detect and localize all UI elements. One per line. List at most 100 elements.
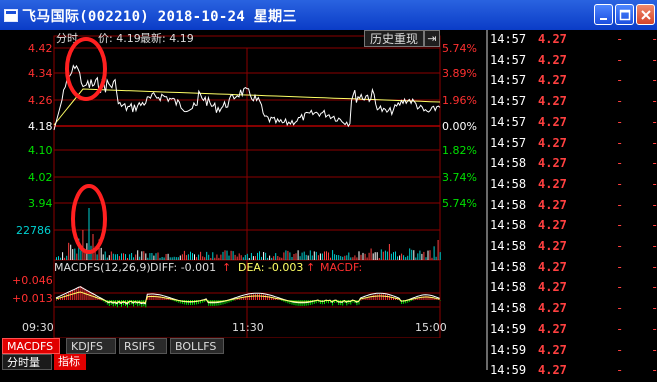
- volume-bar: [407, 256, 408, 260]
- volume-bar: [383, 252, 384, 260]
- volume-bar: [283, 252, 284, 260]
- tick-dash: -: [651, 136, 657, 150]
- volume-bar: [156, 253, 157, 260]
- history-arrow-button[interactable]: ⇥: [424, 30, 440, 47]
- tick-dash: -: [616, 301, 623, 315]
- tick-price: 4.27: [538, 301, 567, 315]
- volume-bar: [194, 254, 195, 260]
- volume-bar: [363, 253, 364, 260]
- price-label: 4.26: [28, 94, 53, 107]
- tab-volume[interactable]: 分时量: [2, 354, 52, 370]
- dea-label: DEA: -0.003: [238, 261, 303, 274]
- volume-bar: [294, 254, 295, 260]
- volume-bar: [395, 252, 396, 261]
- volume-bar: [168, 254, 169, 260]
- macd-axis-label: +0.013: [12, 292, 53, 305]
- tick-row: 14:584.27--: [488, 258, 657, 279]
- macd-bar: [78, 287, 79, 300]
- volume-bar: [200, 252, 201, 260]
- volume-bar: [249, 258, 250, 260]
- pct-label: 1.96%: [442, 94, 477, 107]
- tick-price: 4.27: [538, 239, 567, 253]
- volume-bar: [377, 252, 378, 260]
- volume-bar: [265, 253, 266, 260]
- tick-row: 14:574.27--: [488, 92, 657, 113]
- volume-bar: [263, 252, 264, 260]
- volume-bar: [409, 248, 410, 260]
- chart-header-latest: 最新: 4.19: [140, 31, 194, 45]
- tick-time: 14:57: [490, 32, 526, 46]
- tick-dash: -: [616, 32, 623, 46]
- minimize-icon: [595, 5, 614, 26]
- volume-bar: [261, 257, 262, 260]
- macd-bar: [190, 300, 191, 305]
- tick-list[interactable]: 14:574.27--14:574.27--14:574.27--14:574.…: [486, 30, 657, 370]
- volume-bar: [387, 252, 388, 260]
- diff-arrow-icon: ↑: [222, 261, 231, 274]
- intraday-chart[interactable]: 4.42 4.34 4.26 4.18 4.10 4.02 3.94 22786…: [0, 30, 486, 356]
- macd-bar: [184, 300, 185, 304]
- volume-bar: [320, 254, 321, 261]
- volume-max-label: 22786: [16, 224, 51, 237]
- tick-dash: -: [651, 73, 657, 87]
- tick-dash: -: [651, 218, 657, 232]
- macd-bar: [265, 295, 266, 300]
- tick-row: 14:584.27--: [488, 299, 657, 320]
- volume-bar: [125, 254, 126, 260]
- volume-bar: [237, 257, 238, 260]
- pct-label: 5.74%: [442, 197, 477, 210]
- volume-bar: [220, 255, 221, 260]
- volume-bar: [403, 255, 404, 260]
- tick-row: 14:574.27--: [488, 30, 657, 51]
- minimize-button[interactable]: [594, 4, 613, 25]
- volume-bar: [324, 252, 325, 261]
- tab-rsifs[interactable]: RSIFS: [119, 338, 167, 354]
- macd-bar: [263, 295, 264, 300]
- price-label: 4.34: [28, 67, 53, 80]
- macd-bar: [91, 293, 92, 300]
- volume-bar: [178, 257, 179, 260]
- volume-bar: [247, 254, 248, 260]
- maximize-icon: [616, 5, 635, 26]
- macd-bar: [84, 289, 85, 300]
- history-replay-button[interactable]: 历史重现: [364, 30, 424, 47]
- tab-macdfs[interactable]: MACDFS: [2, 338, 60, 354]
- volume-bar: [346, 255, 347, 260]
- volume-bar: [436, 257, 437, 260]
- close-button[interactable]: [636, 4, 655, 25]
- volume-bar: [214, 258, 215, 260]
- volume-bar: [352, 257, 353, 260]
- volume-bar: [133, 257, 134, 260]
- tick-time: 14:57: [490, 136, 526, 150]
- tab-indicator[interactable]: 指标: [54, 354, 86, 370]
- tick-dash: -: [616, 115, 623, 129]
- tab-kdjfs[interactable]: KDJFS: [66, 338, 116, 354]
- tick-dash: -: [616, 156, 623, 170]
- price-label: 4.10: [28, 144, 53, 157]
- volume-bar: [170, 257, 171, 260]
- tick-price: 4.27: [538, 177, 567, 191]
- volume-bar: [147, 258, 148, 260]
- macd-bar: [381, 294, 382, 300]
- macd-bar: [56, 300, 57, 301]
- volume-bar: [176, 257, 177, 260]
- tick-dash: -: [616, 363, 623, 377]
- tick-dash: -: [616, 136, 623, 150]
- volume-bar: [296, 253, 297, 260]
- volume-bar: [206, 252, 207, 260]
- macd-bar: [361, 300, 362, 301]
- tick-row: 14:584.27--: [488, 237, 657, 258]
- volume-bar: [275, 253, 276, 260]
- time-label: 09:30: [22, 321, 54, 334]
- maximize-button[interactable]: [615, 4, 634, 25]
- tick-time: 14:57: [490, 94, 526, 108]
- macd-bar: [261, 294, 262, 300]
- tick-price: 4.27: [538, 218, 567, 232]
- volume-bar: [285, 250, 286, 260]
- volume-bar: [255, 256, 256, 260]
- volume-bar: [259, 251, 260, 260]
- volume-bar: [127, 258, 128, 260]
- macdf-label: MACDF:: [320, 261, 362, 274]
- volume-bar: [231, 251, 232, 260]
- tab-bollfs[interactable]: BOLLFS: [170, 338, 224, 354]
